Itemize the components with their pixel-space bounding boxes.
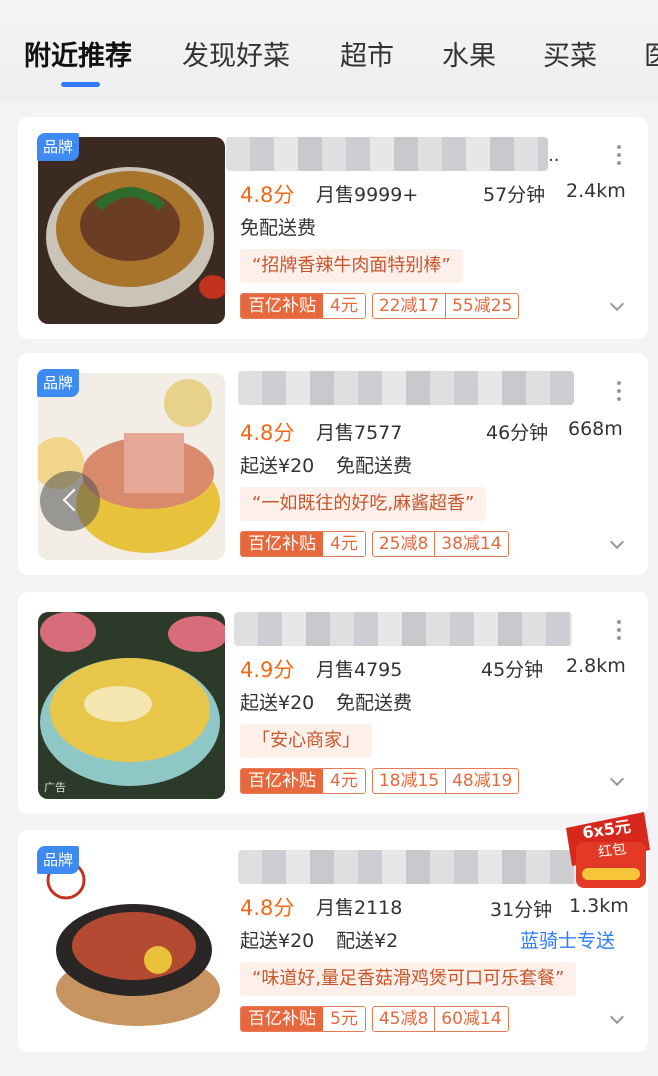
subsidy-label: 百亿补贴: [241, 532, 323, 556]
delivery-fee: 配送¥2: [336, 930, 399, 952]
red-packet-float-button[interactable]: 6x5元 红包: [560, 806, 654, 894]
coupon: 38减14: [434, 532, 507, 556]
coupon: 45减8: [378, 1009, 429, 1029]
brand-badge: 品牌: [37, 369, 80, 397]
delivery-fee: 免配送费: [336, 692, 413, 714]
coupon: 55减25: [445, 294, 518, 318]
delivery-fee: 免配送费: [336, 455, 413, 477]
store-card[interactable]: 广告 4.9分 月售4795 45分钟 2.8km 起送¥20 免配送费 「安心…: [18, 592, 648, 814]
coupon-tags: 25减8 38减14: [371, 531, 509, 557]
chevron-down-icon[interactable]: [609, 296, 625, 312]
red-packet-label: 红包: [597, 841, 628, 861]
distance: 2.4km: [566, 180, 626, 202]
subsidy-amount: 4元: [323, 294, 365, 318]
coupon: 25减8: [378, 534, 429, 554]
active-tab-indicator: [61, 82, 100, 87]
monthly-sales: 月售4795: [316, 659, 403, 681]
min-order: 起送¥20: [240, 692, 315, 714]
delivery-time: 45分钟: [481, 659, 544, 681]
chevron-down-icon[interactable]: [609, 1009, 625, 1025]
subsidy-tag: 百亿补贴 4元: [240, 531, 366, 557]
store-card[interactable]: 品牌 4.8分 月售2118 31分钟 1.3km 起送¥20 配送¥2 蓝骑士…: [18, 830, 648, 1052]
store-name-blurred[interactable]: [226, 137, 548, 171]
more-options-icon[interactable]: [616, 145, 622, 169]
coupon-tags: 45减8 60减14: [371, 1006, 509, 1032]
rating: 4.9分: [240, 658, 295, 682]
min-order: 起送¥20: [240, 930, 315, 952]
store-name-blurred[interactable]: [238, 371, 574, 405]
store-card[interactable]: 品牌 .. 4.8分 月售9999+ 57分钟 2.4km 免配送费 “招牌香辣…: [18, 117, 648, 339]
subsidy-label: 百亿补贴: [241, 1007, 323, 1031]
brand-badge: 品牌: [37, 846, 80, 874]
food-photo: [38, 850, 225, 1037]
store-thumbnail[interactable]: 广告: [38, 612, 225, 799]
food-photo: [38, 137, 225, 324]
coupon: 22减17: [378, 296, 440, 316]
promo-row: 百亿补贴 5元 45减8 60减14: [240, 1006, 509, 1032]
coupon: 48减19: [445, 769, 518, 793]
delivery-time: 46分钟: [486, 422, 549, 444]
subsidy-label: 百亿补贴: [241, 294, 323, 318]
coupon: 18减15: [378, 771, 440, 791]
subsidy-amount: 5元: [323, 1007, 365, 1031]
rating: 4.8分: [240, 421, 295, 445]
more-options-icon[interactable]: [616, 620, 622, 644]
subsidy-tag: 百亿补贴 4元: [240, 768, 366, 794]
promo-row: 百亿补贴 4元 25减8 38减14: [240, 531, 509, 557]
review-quote: “一如既往的好吃,麻酱超香”: [240, 487, 487, 521]
store-thumbnail[interactable]: [38, 373, 225, 560]
food-photo: [38, 612, 225, 799]
rating: 4.8分: [240, 183, 295, 207]
chevron-down-icon[interactable]: [609, 771, 625, 787]
min-order: 起送¥20: [240, 455, 315, 477]
promo-row: 百亿补贴 4元 18减15 48减19: [240, 768, 520, 794]
distance: 2.8km: [566, 655, 626, 677]
monthly-sales: 月售2118: [316, 897, 403, 919]
rider-badge: 蓝骑士专送: [520, 930, 616, 952]
subsidy-tag: 百亿补贴 5元: [240, 1006, 366, 1032]
review-quote: “招牌香辣牛肉面特别棒”: [240, 249, 463, 283]
distance: 668m: [568, 418, 623, 440]
delivery-time: 57分钟: [483, 184, 546, 206]
promo-row: 百亿补贴 4元 22减17 55减25: [240, 293, 520, 319]
delivery-fee: 免配送费: [240, 217, 317, 239]
food-photo: [38, 373, 225, 560]
tab-medicine[interactable]: 医: [644, 34, 658, 73]
store-card[interactable]: 品牌 4.8分 月售7577 46分钟 668m 起送¥20 免配送费 “一如既…: [18, 353, 648, 575]
subsidy-amount: 4元: [323, 532, 365, 556]
tab-supermarket[interactable]: 超市: [340, 34, 394, 73]
coupon-tags: 22减17 55减25: [371, 293, 520, 319]
coupon-tags: 18减15 48减19: [371, 768, 520, 794]
tab-discover[interactable]: 发现好菜: [182, 34, 290, 73]
monthly-sales: 月售9999+: [316, 184, 419, 206]
brand-badge: 品牌: [37, 133, 80, 161]
ad-label: 广告: [44, 781, 66, 794]
store-thumbnail[interactable]: [38, 137, 225, 324]
subsidy-amount: 4元: [323, 769, 365, 793]
delivery-time: 31分钟: [490, 899, 553, 921]
category-tabs: 附近推荐 发现好菜 超市 水果 买菜 医: [0, 0, 658, 100]
more-options-icon[interactable]: [616, 381, 622, 405]
store-name-blurred[interactable]: [238, 850, 594, 884]
chevron-left-icon[interactable]: [40, 471, 100, 531]
store-name-ellipsis: ..: [548, 145, 560, 166]
monthly-sales: 月售7577: [316, 422, 403, 444]
subsidy-tag: 百亿补贴 4元: [240, 293, 366, 319]
rating: 4.8分: [240, 896, 295, 920]
review-quote: 「安心商家」: [240, 724, 372, 758]
subsidy-label: 百亿补贴: [241, 769, 323, 793]
tab-groceries[interactable]: 买菜: [543, 34, 597, 73]
distance: 1.3km: [569, 895, 629, 917]
review-quote: “味道好,量足香菇滑鸡煲可口可乐套餐”: [240, 962, 577, 996]
chevron-down-icon[interactable]: [609, 534, 625, 550]
tab-nearby[interactable]: 附近推荐: [24, 34, 132, 73]
store-thumbnail[interactable]: [38, 850, 225, 1037]
store-name-blurred[interactable]: [234, 612, 572, 646]
tab-fruit[interactable]: 水果: [442, 34, 496, 73]
coupon: 60减14: [434, 1007, 507, 1031]
